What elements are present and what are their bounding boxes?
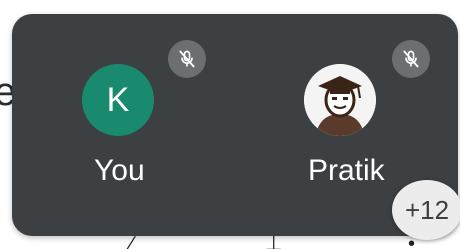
background-icon: ∕ <box>130 233 134 249</box>
more-participants-button[interactable]: +12 <box>392 180 460 240</box>
mic-off-glyph <box>403 50 419 68</box>
participant-name-you: You <box>94 154 145 187</box>
avatar-initial: K <box>106 80 130 119</box>
call-participants-panel[interactable]: K You Pratik +12 <box>12 14 460 240</box>
avatar-you: K <box>82 64 154 136</box>
mic-off-icon <box>168 40 206 78</box>
avatar-pratik <box>304 64 376 136</box>
graduation-cap-avatar-icon <box>304 64 376 136</box>
participant-name-pratik: Pratik <box>308 154 385 187</box>
background-toolbar-fragment: ∕ ⊥ • <box>0 234 460 249</box>
background-icon: ⊥ <box>265 233 283 249</box>
participant-tile-you[interactable]: K You <box>52 14 252 236</box>
mic-off-glyph <box>179 50 195 68</box>
screen: e ∕ ⊥ • K You Pratik +12 <box>0 0 460 249</box>
mic-off-icon <box>392 40 430 78</box>
